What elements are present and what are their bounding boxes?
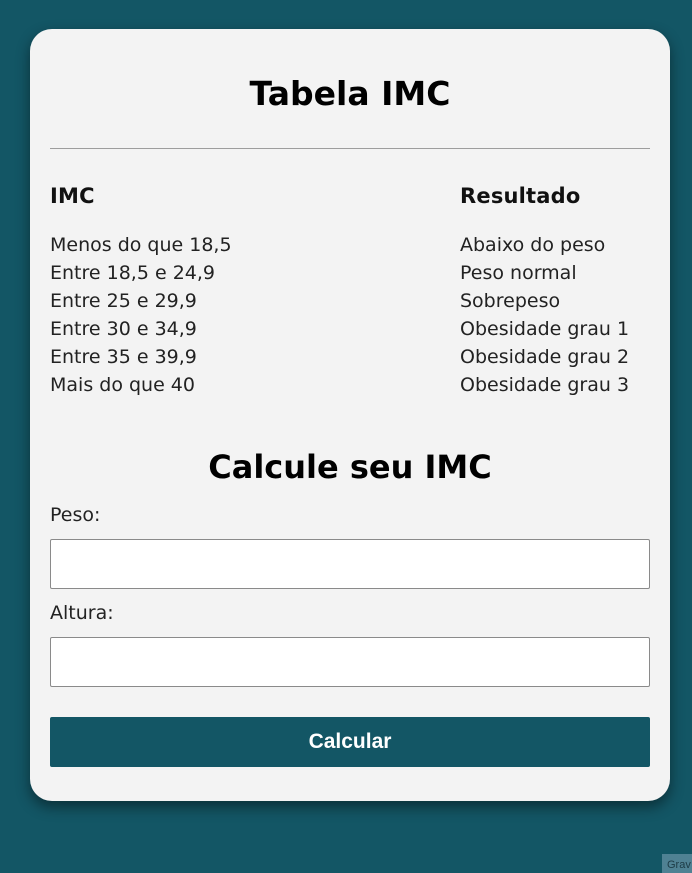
imc-form: Peso: Altura: Calcular	[50, 501, 650, 767]
calcular-button[interactable]: Calcular	[50, 717, 650, 767]
altura-label: Altura:	[50, 602, 114, 624]
result-cell: Sobrepeso	[460, 290, 561, 312]
peso-label: Peso:	[50, 504, 101, 526]
altura-input[interactable]	[50, 637, 650, 687]
title-divider	[50, 148, 650, 149]
imc-cell: Entre 18,5 e 24,9	[50, 262, 215, 284]
result-cell: Obesidade grau 3	[460, 374, 630, 396]
imc-cell: Entre 30 e 34,9	[50, 318, 197, 340]
imc-cell: Entre 35 e 39,9	[50, 346, 197, 368]
result-column-header: Resultado	[460, 184, 581, 208]
imc-cell: Entre 25 e 29,9	[50, 290, 197, 312]
result-cell: Obesidade grau 2	[460, 346, 630, 368]
result-cell: Peso normal	[460, 262, 577, 284]
imc-cell: Mais do que 40	[50, 374, 195, 396]
result-column: Resultado Abaixo do peso Peso normal Sob…	[460, 181, 650, 399]
imc-table: IMC Menos do que 18,5 Entre 18,5 e 24,9 …	[50, 181, 650, 399]
imc-card: Tabela IMC IMC Menos do que 18,5 Entre 1…	[30, 29, 670, 801]
peso-input[interactable]	[50, 539, 650, 589]
corner-tag: Grav	[662, 854, 692, 873]
table-title: Tabela IMC	[249, 74, 451, 113]
imc-cell: Menos do que 18,5	[50, 234, 232, 256]
form-title: Calcule seu IMC	[208, 448, 492, 486]
result-cell: Abaixo do peso	[460, 234, 606, 256]
imc-column: IMC Menos do que 18,5 Entre 18,5 e 24,9 …	[50, 181, 460, 399]
imc-column-header: IMC	[50, 184, 95, 208]
result-cell: Obesidade grau 1	[460, 318, 630, 340]
